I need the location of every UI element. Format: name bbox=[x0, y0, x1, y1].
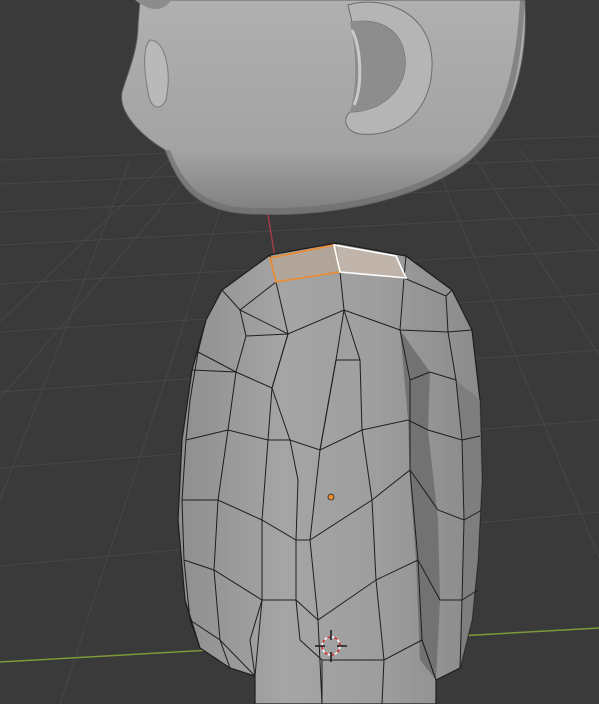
object-origin-dot bbox=[327, 493, 335, 501]
viewport-canvas[interactable] bbox=[0, 0, 599, 704]
body-mesh[interactable] bbox=[177, 242, 483, 704]
3d-viewport[interactable] bbox=[0, 0, 599, 704]
